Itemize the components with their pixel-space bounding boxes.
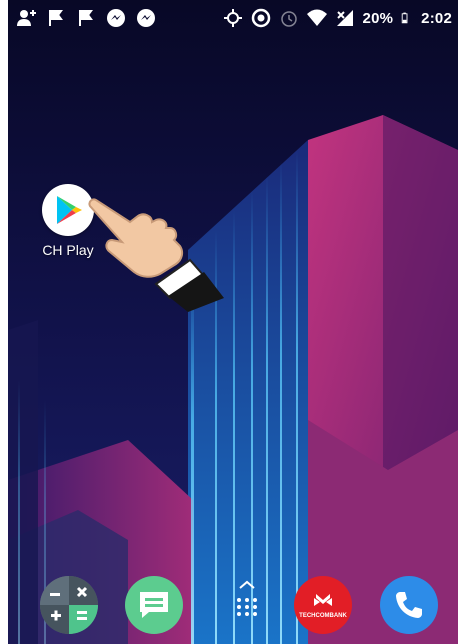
notification-icons xyxy=(16,8,156,28)
wifi-icon xyxy=(306,9,327,26)
location-icon xyxy=(223,9,242,27)
phone-app[interactable] xyxy=(380,576,438,634)
add-contact-icon xyxy=(17,10,36,26)
clock: 2:02 xyxy=(421,9,452,27)
phone-screen: 20% 2:02 CH Play TECHCOMBANK xyxy=(8,0,458,644)
techcombank-label: TECHCOMBANK xyxy=(299,613,347,619)
dock: TECHCOMBANK xyxy=(8,570,458,634)
techcombank-app[interactable]: TECHCOMBANK xyxy=(294,576,352,634)
status-bar: 20% 2:02 xyxy=(8,0,458,36)
flag-icon xyxy=(49,10,63,26)
messenger-icon xyxy=(137,9,155,27)
app-drawer-button[interactable] xyxy=(227,574,267,630)
battery-icon xyxy=(401,12,408,24)
app-drawer-icon xyxy=(237,580,257,616)
messages-app[interactable] xyxy=(125,576,183,634)
techcombank-icon: TECHCOMBANK xyxy=(299,594,347,619)
flag-icon xyxy=(79,10,93,26)
messages-icon xyxy=(140,592,168,618)
pointing-hand-icon xyxy=(88,198,224,312)
system-icons: 20% 2:02 xyxy=(223,8,452,28)
calculator-icon xyxy=(40,576,98,634)
wallpaper xyxy=(8,0,458,644)
target-icon xyxy=(251,8,270,28)
alarm-icon xyxy=(280,11,297,27)
messenger-icon xyxy=(107,9,125,27)
calculator-app[interactable] xyxy=(40,576,98,634)
phone-icon xyxy=(396,592,422,618)
signal-icon xyxy=(336,10,353,26)
battery-percent: 20% xyxy=(362,9,394,27)
